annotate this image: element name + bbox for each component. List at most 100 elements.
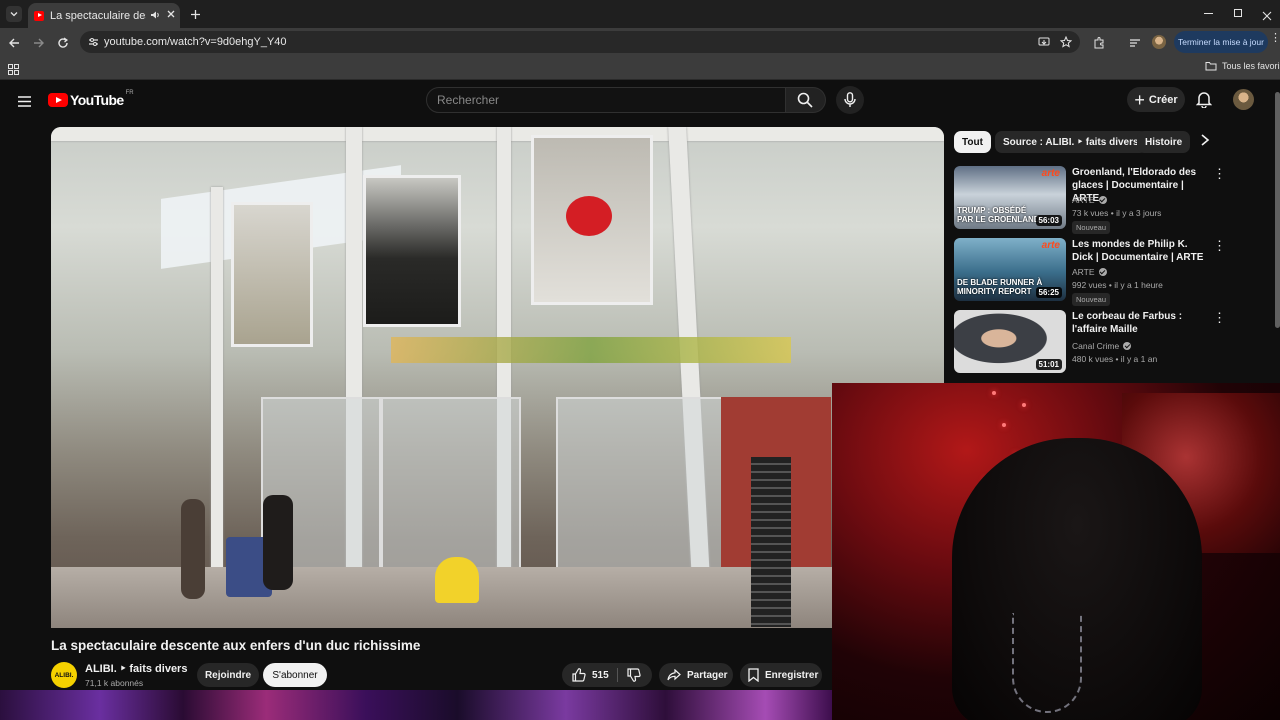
microphone-icon (844, 92, 856, 107)
profile-avatar[interactable] (1152, 35, 1166, 49)
recommendation-title[interactable]: Les mondes de Philip K. Dick | Documenta… (1072, 238, 1206, 264)
window-restore-icon[interactable] (1234, 9, 1242, 17)
join-button[interactable]: Rejoindre (197, 663, 259, 687)
more-options-icon[interactable]: ⋮ (1213, 310, 1226, 326)
tab-close-icon[interactable] (166, 9, 176, 22)
recommendation-item[interactable]: arte DE BLADE RUNNER À MINORITY REPORT 5… (954, 238, 1274, 306)
page-scrollbar[interactable] (1275, 92, 1280, 328)
dislike-button[interactable] (627, 668, 641, 685)
video-thumbnail[interactable]: arte DE BLADE RUNNER À MINORITY REPORT 5… (954, 238, 1066, 301)
recommendation-item[interactable]: 51:01 Le corbeau de Farbus : l'affaire M… (954, 310, 1274, 376)
like-button[interactable]: 515 (562, 668, 609, 682)
verified-check-icon (1123, 342, 1132, 350)
notifications-bell-icon[interactable] (1195, 90, 1214, 109)
browser-toolbar: youtube.com/watch?v=9d0ehgY_Y40 Terminer… (0, 28, 1280, 56)
stacked-chairs-decor (751, 457, 791, 627)
create-button[interactable]: + Créer (1127, 87, 1185, 112)
youtube-logo[interactable]: YouTube FR (48, 90, 134, 108)
all-bookmarks-label: Tous les favoris (1222, 61, 1280, 71)
search-icon (797, 92, 813, 108)
search-button[interactable] (786, 87, 826, 113)
subscribe-button[interactable]: S'abonner (263, 663, 327, 687)
portrait-banner-dog (363, 175, 461, 327)
install-app-icon[interactable] (1038, 36, 1050, 51)
reload-icon[interactable] (57, 36, 69, 54)
window-minimize-icon[interactable] (1204, 13, 1213, 14)
new-badge: Nouveau (1072, 221, 1111, 234)
site-info-icon[interactable] (88, 37, 99, 50)
share-arrow-icon (667, 669, 681, 681)
save-button[interactable]: Enregistrer (740, 663, 822, 687)
account-avatar[interactable] (1233, 89, 1254, 110)
thumbs-up-icon (572, 668, 586, 682)
chip-source-channel[interactable]: Source : ALIBI. ‣ faits divers (995, 131, 1147, 153)
video-duration: 56:25 (1035, 287, 1062, 298)
youtube-play-logo-icon (48, 93, 68, 107)
bookmark-star-icon[interactable] (1059, 35, 1073, 51)
recommendation-channel[interactable]: ARTE (1072, 267, 1107, 277)
like-count: 515 (592, 669, 609, 681)
youtube-favicon-icon (34, 10, 44, 21)
window-close-icon[interactable] (1262, 8, 1272, 26)
channel-name[interactable]: ALIBI. ‣ faits divers (85, 662, 187, 675)
extensions-puzzle-icon[interactable] (1093, 36, 1105, 54)
channel-name: Canal Crime (1072, 341, 1120, 351)
portrait-banner-elderly (231, 202, 313, 347)
thumbnail-caption: TRUMP : OBSÉDÉ PAR LE GROENLAND (957, 206, 1040, 224)
more-options-icon[interactable]: ⋮ (1213, 238, 1226, 254)
recommendation-channel[interactable]: ARTE (1072, 195, 1107, 205)
channel-name: ARTE (1072, 267, 1095, 277)
browser-tab-active[interactable]: La spectaculaire descente aux enfers d'u… (28, 3, 180, 28)
all-bookmarks-folder[interactable]: Tous les favoris (1205, 61, 1280, 71)
channel-avatar[interactable]: ALIBI. (51, 662, 77, 688)
share-button[interactable]: Partager (659, 663, 733, 687)
chip-history[interactable]: Histoire (1137, 131, 1191, 153)
ambient-glow-strip (0, 690, 832, 720)
folder-icon (1205, 62, 1217, 71)
update-browser-button[interactable]: Terminer la mise à jour (1174, 31, 1268, 53)
bookmark-save-icon (748, 668, 759, 682)
reading-list-icon[interactable] (1129, 36, 1141, 54)
save-label: Enregistrer (765, 669, 819, 681)
forward-arrow-icon[interactable] (33, 36, 45, 54)
fairy-light-decor (1002, 423, 1006, 427)
portrait-banner-flower (531, 135, 653, 305)
voice-search-button[interactable] (836, 86, 864, 114)
hamburger-menu-icon[interactable] (18, 94, 31, 112)
fairy-light-decor (1022, 403, 1026, 407)
country-code: FR (125, 90, 134, 96)
video-player[interactable] (51, 127, 944, 628)
recommendation-item[interactable]: arte TRUMP : OBSÉDÉ PAR LE GROENLAND 56:… (954, 166, 1274, 234)
recommendation-meta: 73 k vues • il y a 3 jours (1072, 208, 1162, 218)
more-options-icon[interactable]: ⋮ (1213, 166, 1226, 182)
webcam-overlay (832, 383, 1280, 720)
new-badge: Nouveau (1072, 293, 1111, 306)
chevron-right-icon[interactable] (1200, 133, 1216, 151)
audio-playing-icon[interactable] (150, 10, 160, 23)
video-thumbnail[interactable]: 51:01 (954, 310, 1066, 373)
search-input[interactable]: Rechercher (426, 87, 786, 113)
browser-menu-icon[interactable]: ⋮ (1270, 33, 1280, 44)
thumbnail-caption: DE BLADE RUNNER À MINORITY REPORT (957, 278, 1043, 296)
colored-ceiling-stripe (391, 337, 791, 363)
recommendation-title[interactable]: Le corbeau de Farbus : l'affaire Maille (1072, 310, 1206, 336)
person-decor (181, 499, 205, 599)
person-decor (263, 495, 293, 590)
apps-grid-icon[interactable] (8, 62, 19, 80)
verified-check-icon (1098, 268, 1107, 276)
video-thumbnail[interactable]: arte TRUMP : OBSÉDÉ PAR LE GROENLAND 56:… (954, 166, 1066, 229)
back-arrow-icon[interactable] (8, 36, 20, 54)
chip-all[interactable]: Tout (954, 131, 991, 153)
like-dislike-group: 515 (562, 663, 652, 687)
tab-title: La spectaculaire descente aux enfers d'u… (50, 9, 146, 22)
plus-icon: + (1134, 89, 1145, 110)
video-duration: 56:03 (1035, 215, 1062, 226)
new-tab-plus-icon[interactable] (188, 7, 202, 21)
channel-logo-arte: arte (1041, 240, 1060, 251)
video-title: La spectaculaire descente aux enfers d'u… (51, 638, 421, 653)
browser-tab-bar: La spectaculaire descente aux enfers d'u… (0, 0, 1280, 28)
url-bar[interactable]: youtube.com/watch?v=9d0ehgY_Y40 (80, 31, 1080, 53)
recommendation-channel[interactable]: Canal Crime (1072, 341, 1132, 351)
tab-list-chevron-icon[interactable] (6, 6, 22, 22)
thumbs-down-icon (627, 668, 641, 682)
